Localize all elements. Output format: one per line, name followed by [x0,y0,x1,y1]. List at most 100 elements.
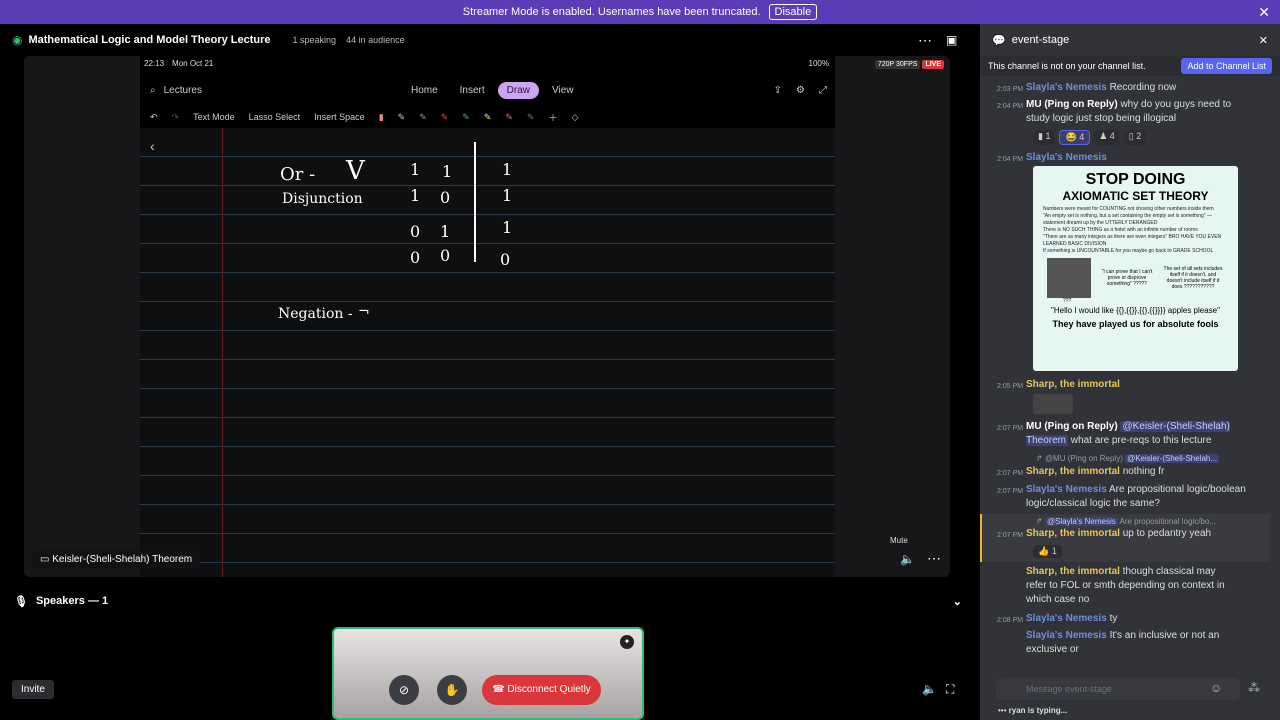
popout-icon[interactable]: ▣ [946,33,957,47]
author[interactable]: Slayla's Nemesis [1026,613,1107,624]
author[interactable]: Slayla's Nemesis [1026,82,1107,93]
message-text: nothing fr [1122,466,1165,477]
settings-icon[interactable]: ⚙ [796,85,805,96]
truth-r3-p: 0 [410,222,421,241]
redo-icon[interactable]: ↷ [172,112,180,123]
date: Mon Oct 21 [172,58,214,68]
add-to-channel-list-button[interactable]: Add to Channel List [1181,58,1272,74]
speaker-output-icon[interactable]: 🔈 [922,682,937,696]
tab-home[interactable]: Home [402,82,447,99]
voice-controls: Invite ⊘ ✋ ☎ Disconnect Quietly 🔈 ⛶ [0,672,980,708]
presenter-label: Keisler-(Sheli-Shelah) Theorem [52,554,193,565]
apps-icon[interactable]: ⁂ [1248,681,1260,695]
truth-r2-r: 1 [502,186,513,205]
text-mode-tool[interactable]: Text Mode [193,112,235,122]
stage-header: ◉ Mathematical Logic and Model Theory Le… [0,24,980,56]
shapes-icon[interactable]: ◇ [571,112,578,123]
search-icon[interactable]: ⌕ [150,85,156,96]
ipad-statusbar: 22:13 Mon Oct 21 100% [140,56,835,70]
reaction[interactable]: 👍 1 [1033,545,1062,558]
truth-r4-p: 0 [410,248,421,267]
meme-bullet: "An empty set is nothing, but a set cont… [1043,213,1212,226]
back-chevron-icon[interactable]: ‹ [150,138,155,154]
invite-button[interactable]: Invite [12,680,54,699]
meme-caption-1: "I can prove that I can't prove or dispr… [1101,269,1153,287]
emoji-icon[interactable]: ☺ [1210,681,1222,695]
notebook-name[interactable]: Lectures [164,85,202,96]
reaction[interactable]: 😂 4 [1059,130,1091,145]
disable-button[interactable]: Disable [768,4,818,20]
note-neg-symbol: ¬ [358,304,370,320]
raise-hand-icon[interactable]: ✋ [437,675,467,705]
pen-teal-icon[interactable]: ✎ [462,112,470,123]
reaction-count: 4 [1109,131,1115,141]
note-canvas[interactable] [140,128,835,577]
sticker-image[interactable] [1033,394,1073,414]
highlighter-icon[interactable]: ✎ [484,112,492,123]
author[interactable]: Slayla's Nemesis [1026,630,1107,641]
insert-space-tool[interactable]: Insert Space [314,112,365,122]
author[interactable]: MU (Ping on Reply) [1026,99,1118,110]
note-disjunction: Disjunction [282,191,363,207]
channel-notice: This channel is not on your channel list… [980,56,1280,76]
tab-draw[interactable]: Draw [497,81,540,99]
author[interactable]: Sharp, the immortal [1026,528,1120,539]
speakers-header[interactable]: 🎙 Speakers — 1 ⌄ [0,590,980,612]
timestamp: 2:03 PM [997,86,1024,93]
timestamp: 2:08 PM [997,617,1024,624]
author[interactable]: Slayla's Nemesis [1026,484,1107,495]
share-icon[interactable]: ⇪ [774,85,782,96]
pen-dark-icon[interactable]: ✎ [527,112,535,123]
reaction[interactable]: ♟ 4 [1094,130,1120,145]
timestamp: 2:07 PM [997,425,1024,432]
meme-bullet: There is NO SUCH THING as a hotel with a… [1043,227,1198,233]
add-pen-icon[interactable]: ＋ [548,111,557,124]
timestamp: 2:04 PM [997,156,1024,163]
reaction[interactable]: ▯ 2 [1123,130,1147,145]
close-icon[interactable]: ✕ [1258,4,1270,21]
fullscreen-icon[interactable]: ⤢ [819,85,827,96]
truth-r1-r: 1 [502,160,513,179]
truth-r3-q: 1 [440,222,451,241]
timestamp: 2:04 PM [997,103,1024,110]
meme-picture [1047,258,1091,298]
lasso-select-tool[interactable]: Lasso Select [249,112,301,122]
tab-view[interactable]: View [543,82,583,99]
eraser-icon[interactable]: ▮ [379,112,384,123]
camera-off-icon[interactable]: ⊘ [389,675,419,705]
author[interactable]: Sharp, the immortal [1026,379,1120,390]
pen-pink-icon[interactable]: ✎ [505,112,513,123]
author[interactable]: Slayla's Nemesis [1026,152,1107,163]
meme-bullet: If something is UNCOUNTABLE for you mayb… [1043,248,1214,254]
note-or: Or - [280,164,316,185]
reactions: ▮ 1 😂 4 ♟ 4 ▯ 2 [1033,130,1150,145]
stage-icon: ◉ [12,33,23,47]
author[interactable]: Sharp, the immortal [1026,566,1120,577]
chevron-down-icon[interactable]: ⌄ [953,595,962,608]
screen-share[interactable]: 22:13 Mon Oct 21 100% ⌕ Lectures Home In… [24,56,950,577]
truth-table-divider [474,142,476,262]
tab-insert[interactable]: Insert [451,82,494,99]
message-input[interactable]: Message event-stage [996,678,1240,700]
author[interactable]: MU (Ping on Reply) [1026,421,1118,432]
fullscreen-toggle-icon[interactable]: ⛶ [946,682,954,697]
disconnect-button[interactable]: ☎ Disconnect Quietly [482,675,601,705]
chat-header: 💬 event-stage ✕ [980,24,1280,56]
reaction[interactable]: ▮ 1 [1033,130,1056,145]
meme-marks: ??? [1063,298,1072,304]
close-chat-icon[interactable]: ✕ [1259,34,1268,47]
more-icon[interactable]: ⋯ [918,32,932,49]
pen-red-icon[interactable]: ✎ [441,112,449,123]
live-badge: LIVE [922,60,944,69]
meme-image[interactable]: STOP DOING AXIOMATIC SET THEORY Numbers … [1033,166,1238,371]
stream-more-icon[interactable]: ⋯ [927,550,941,567]
truth-r4-q: 0 [440,246,451,265]
pen-gray-icon[interactable]: ✎ [419,112,427,123]
volume-icon[interactable]: 🔈 [900,552,915,566]
disconnect-label: Disconnect Quietly [507,684,591,695]
undo-icon[interactable]: ↶ [150,112,158,123]
reply-author: @Slayla's Nemesis [1044,517,1118,526]
channel-name: event-stage [1011,34,1070,46]
author[interactable]: Sharp, the immortal [1026,466,1120,477]
pen-white-icon[interactable]: ✎ [398,112,406,123]
